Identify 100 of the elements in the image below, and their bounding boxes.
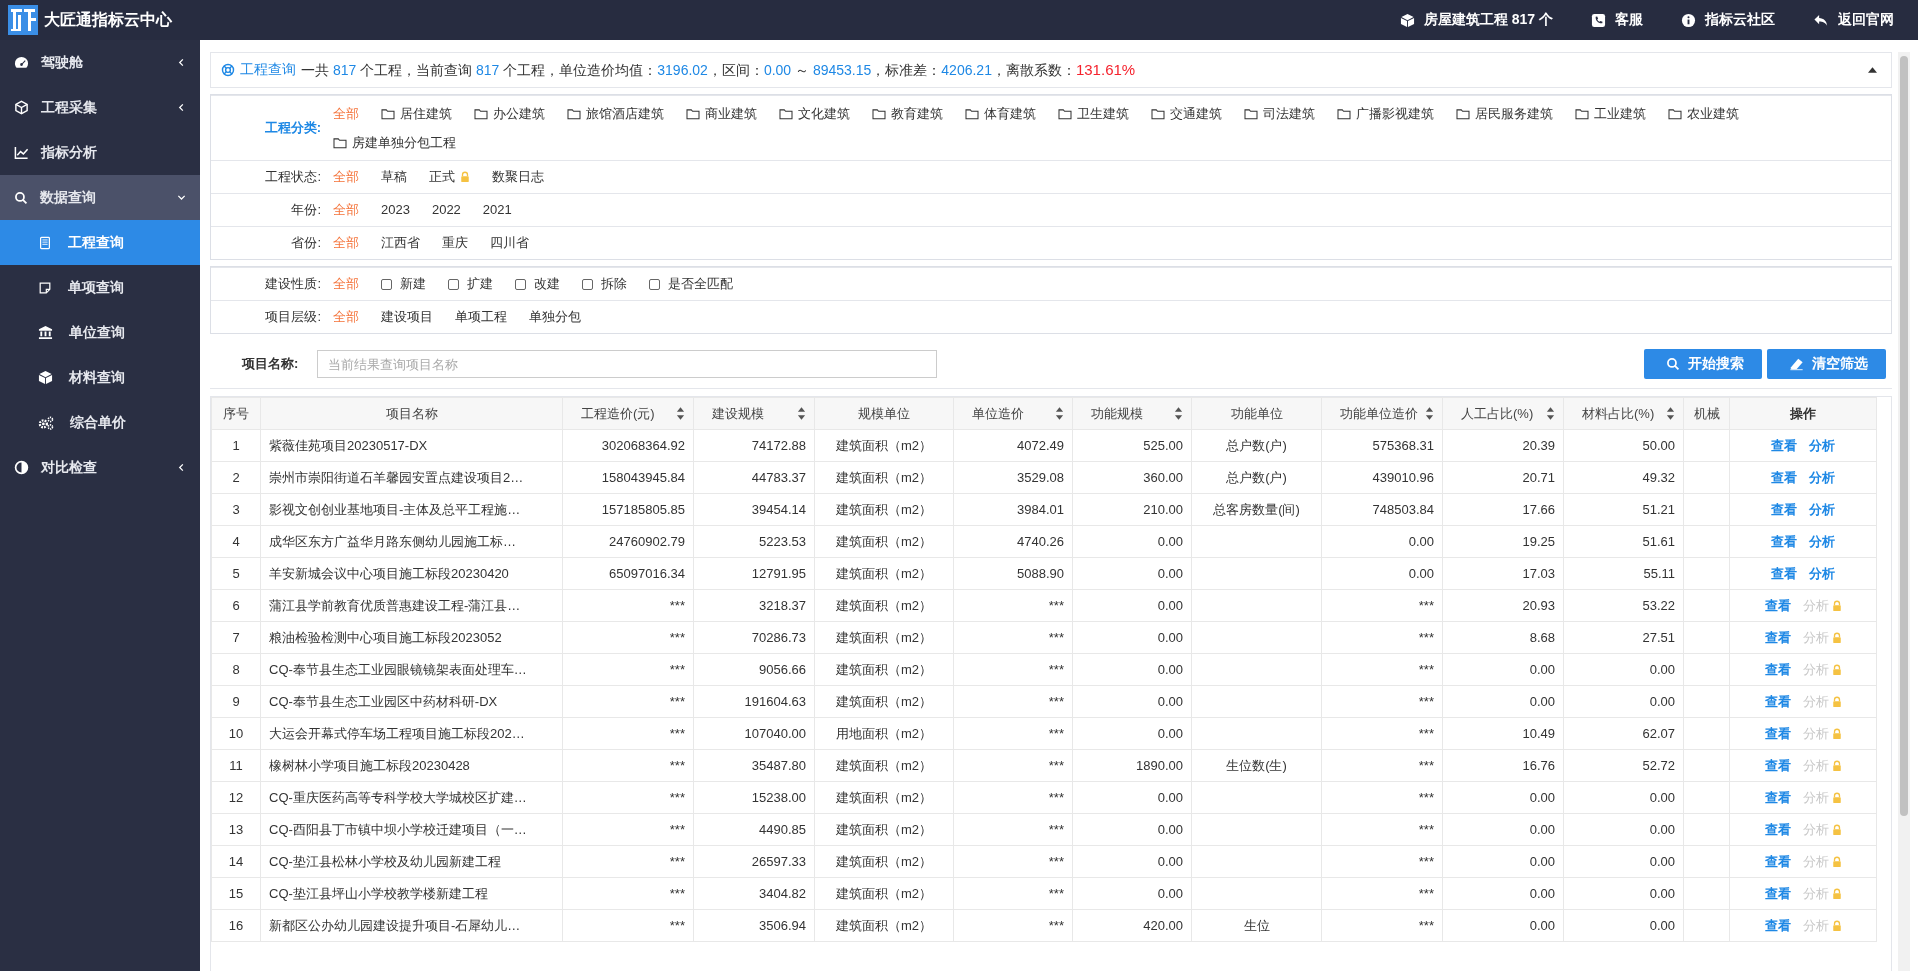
table-cell: 27.51: [1642, 630, 1675, 645]
sidebar-subitem[interactable]: 综合单价: [0, 400, 200, 445]
filter-option[interactable]: 新建: [381, 274, 426, 294]
table-cell: 107040.00: [744, 726, 806, 741]
topbar-link[interactable]: 客服: [1591, 11, 1643, 29]
filter-option[interactable]: 江西省: [381, 233, 420, 253]
analyze-link[interactable]: 分析: [1809, 564, 1835, 583]
filter-option[interactable]: 建设项目: [381, 307, 433, 327]
analyze-link[interactable]: 分析: [1809, 500, 1835, 519]
filter-option[interactable]: 拆除: [582, 274, 627, 294]
filter-option[interactable]: 改建: [515, 274, 560, 294]
sidebar-item[interactable]: 驾驶舱: [0, 40, 200, 85]
table-cell: 0.00: [1157, 694, 1183, 709]
gears-icon: [38, 415, 54, 430]
table-cell: 55.11: [1643, 566, 1675, 581]
checkbox[interactable]: [448, 278, 459, 290]
filter-option[interactable]: 正式: [429, 167, 470, 187]
filter-option[interactable]: 交通建筑: [1151, 103, 1222, 124]
collapse-icon[interactable]: [1868, 67, 1877, 73]
filter-option[interactable]: 扩建: [448, 274, 493, 294]
view-link[interactable]: 查看: [1764, 724, 1791, 743]
search-button[interactable]: 开始搜索: [1644, 349, 1762, 379]
filter-option[interactable]: 是否全匹配: [649, 274, 733, 294]
analyze-link[interactable]: 分析: [1809, 532, 1835, 551]
table-cell: ***: [1418, 790, 1434, 805]
view-link[interactable]: 查看: [1764, 788, 1791, 807]
table-cell: 19.25: [1522, 534, 1555, 549]
view-link[interactable]: 查看: [1764, 884, 1791, 903]
contrast-icon: [14, 460, 29, 475]
filter-option[interactable]: 居住建筑: [381, 103, 452, 124]
table-cell: 0.00: [1529, 790, 1555, 805]
view-link[interactable]: 查看: [1764, 756, 1791, 775]
view-link[interactable]: 查看: [1771, 564, 1797, 583]
checkbox[interactable]: [582, 278, 593, 290]
topbar-link[interactable]: 指标云社区: [1681, 11, 1775, 29]
view-link[interactable]: 查看: [1764, 852, 1791, 871]
folder-icon: [779, 107, 793, 120]
filter-option[interactable]: 文化建筑: [779, 103, 850, 124]
filter-option[interactable]: 2021: [482, 200, 512, 220]
view-link[interactable]: 查看: [1771, 468, 1797, 487]
filter-option[interactable]: 办公建筑: [474, 103, 545, 124]
filter-option[interactable]: 旅馆酒店建筑: [567, 103, 664, 124]
filter-option[interactable]: 体育建筑: [965, 103, 1036, 124]
sidebar-item[interactable]: 指标分析: [0, 130, 200, 175]
filter-option[interactable]: 工业建筑: [1575, 103, 1646, 124]
filter-option[interactable]: 2022: [431, 200, 461, 220]
view-link[interactable]: 查看: [1764, 628, 1791, 647]
filter-option[interactable]: 四川省: [490, 233, 529, 253]
table-cell: 302068364.92: [601, 438, 685, 453]
filter-option[interactable]: 司法建筑: [1244, 103, 1315, 124]
search-input[interactable]: 当前结果查询项目名称: [317, 350, 937, 378]
checkbox[interactable]: [381, 278, 392, 290]
checkbox[interactable]: [649, 278, 660, 290]
view-link[interactable]: 查看: [1764, 596, 1791, 615]
analyze-link[interactable]: 分析: [1809, 436, 1835, 455]
table-cell: 0.00: [1649, 918, 1675, 933]
table-cell: 蒲江县学前教育优质普惠建设工程-蒲江县…: [269, 597, 521, 613]
filter-option[interactable]: 广播影视建筑: [1337, 103, 1434, 124]
sidebar-subitem[interactable]: 单项查询: [0, 265, 200, 310]
table-cell: CQ-垫江县坪山小学校教学楼新建工程: [269, 885, 488, 901]
table-cell: 4740.26: [1017, 534, 1064, 549]
checkbox[interactable]: [515, 278, 526, 290]
filter-option[interactable]: 卫生建筑: [1058, 103, 1129, 124]
sidebar-subitem[interactable]: 单位查询: [0, 310, 200, 355]
clear-filter-button[interactable]: 清空筛选: [1767, 349, 1886, 379]
filter-option[interactable]: 单独分包: [529, 307, 581, 327]
filter-option[interactable]: 居民服务建筑: [1456, 103, 1553, 124]
table-cell: ***: [1418, 918, 1434, 933]
column-header: 规模单位: [858, 404, 910, 423]
sidebar-subitem[interactable]: 工程查询: [0, 220, 200, 265]
sidebar-item[interactable]: 对比检查: [0, 445, 200, 490]
filter-option[interactable]: 农业建筑: [1668, 103, 1739, 124]
table-cell: CQ-奉节县生态工业园眼镜镜架表面处理车…: [269, 661, 527, 677]
view-link[interactable]: 查看: [1771, 436, 1797, 455]
table-cell: 3404.82: [759, 886, 806, 901]
filter-option[interactable]: 数聚日志: [492, 167, 544, 187]
view-link[interactable]: 查看: [1771, 500, 1797, 519]
filter-option[interactable]: 教育建筑: [872, 103, 943, 124]
topbar-link[interactable]: 返回官网: [1813, 11, 1894, 29]
filter-option[interactable]: 房建单独分包工程: [333, 132, 456, 153]
filter-option[interactable]: 商业建筑: [686, 103, 757, 124]
sidebar-item[interactable]: 工程采集: [0, 85, 200, 130]
sidebar-subitem[interactable]: 材料查询: [0, 355, 200, 400]
topbar-link[interactable]: 房屋建筑工程 817 个: [1399, 11, 1553, 29]
table-cell: 0.00: [1529, 822, 1555, 837]
table-cell: 羊安新城会议中心项目施工标段20230420: [269, 565, 509, 581]
view-link[interactable]: 查看: [1771, 532, 1797, 551]
table-cell: 建筑面积（m2）: [835, 501, 933, 517]
filter-option[interactable]: 重庆: [442, 233, 468, 253]
scrollbar-thumb[interactable]: [1900, 56, 1908, 816]
view-link[interactable]: 查看: [1764, 820, 1791, 839]
view-link[interactable]: 查看: [1764, 916, 1791, 935]
filter-option[interactable]: 2023: [381, 200, 410, 220]
table-cell: 8.68: [1529, 630, 1555, 645]
analyze-link[interactable]: 分析: [1809, 468, 1835, 487]
filter-option[interactable]: 单项工程: [455, 307, 507, 327]
filter-option[interactable]: 草稿: [381, 167, 407, 187]
view-link[interactable]: 查看: [1764, 660, 1791, 679]
view-link[interactable]: 查看: [1764, 692, 1791, 711]
sidebar-item[interactable]: 数据查询: [0, 175, 200, 220]
